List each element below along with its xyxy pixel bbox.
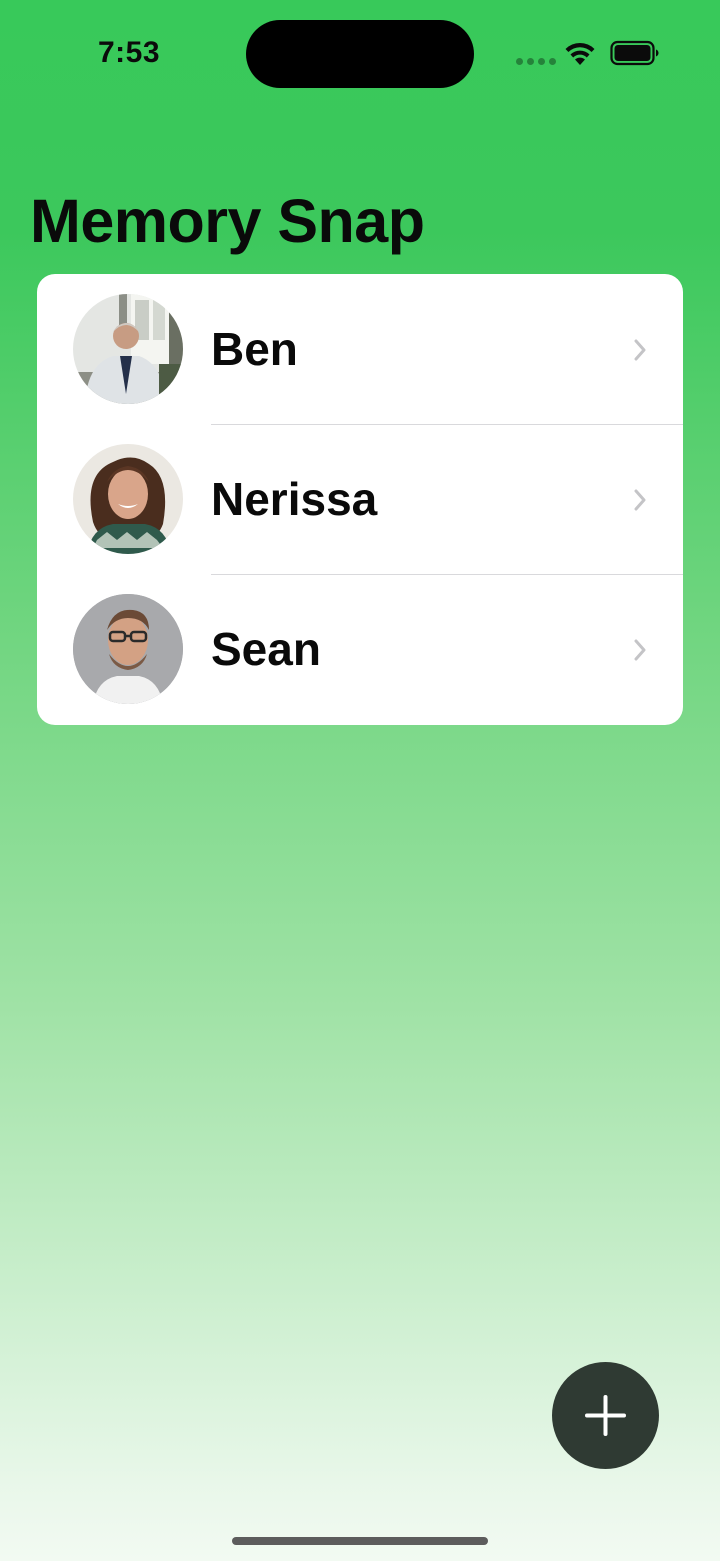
person-name: Ben <box>211 323 298 375</box>
home-indicator[interactable] <box>232 1537 488 1545</box>
chevron-right-icon <box>634 639 646 661</box>
people-list: Ben Nerissa Sean <box>37 274 683 725</box>
person-name: Sean <box>211 623 321 675</box>
battery-icon <box>610 40 659 66</box>
avatar-nerissa <box>73 444 183 554</box>
cellular-signal-icon <box>516 58 556 65</box>
add-person-button[interactable] <box>552 1362 659 1469</box>
wifi-icon <box>565 42 595 65</box>
dynamic-island <box>246 20 474 88</box>
page-title: Memory Snap <box>30 187 425 255</box>
status-bar: 7:53 <box>0 0 720 110</box>
chevron-right-icon <box>634 339 646 361</box>
plus-icon <box>585 1395 626 1436</box>
avatar-ben <box>73 294 183 404</box>
person-name: Nerissa <box>211 473 378 525</box>
avatar-sean <box>73 594 183 704</box>
list-item-ben[interactable]: Ben <box>37 274 683 424</box>
status-time: 7:53 <box>98 36 161 69</box>
list-item-sean[interactable]: Sean <box>37 574 683 724</box>
chevron-right-icon <box>634 489 646 511</box>
list-item-nerissa[interactable]: Nerissa <box>37 424 683 574</box>
